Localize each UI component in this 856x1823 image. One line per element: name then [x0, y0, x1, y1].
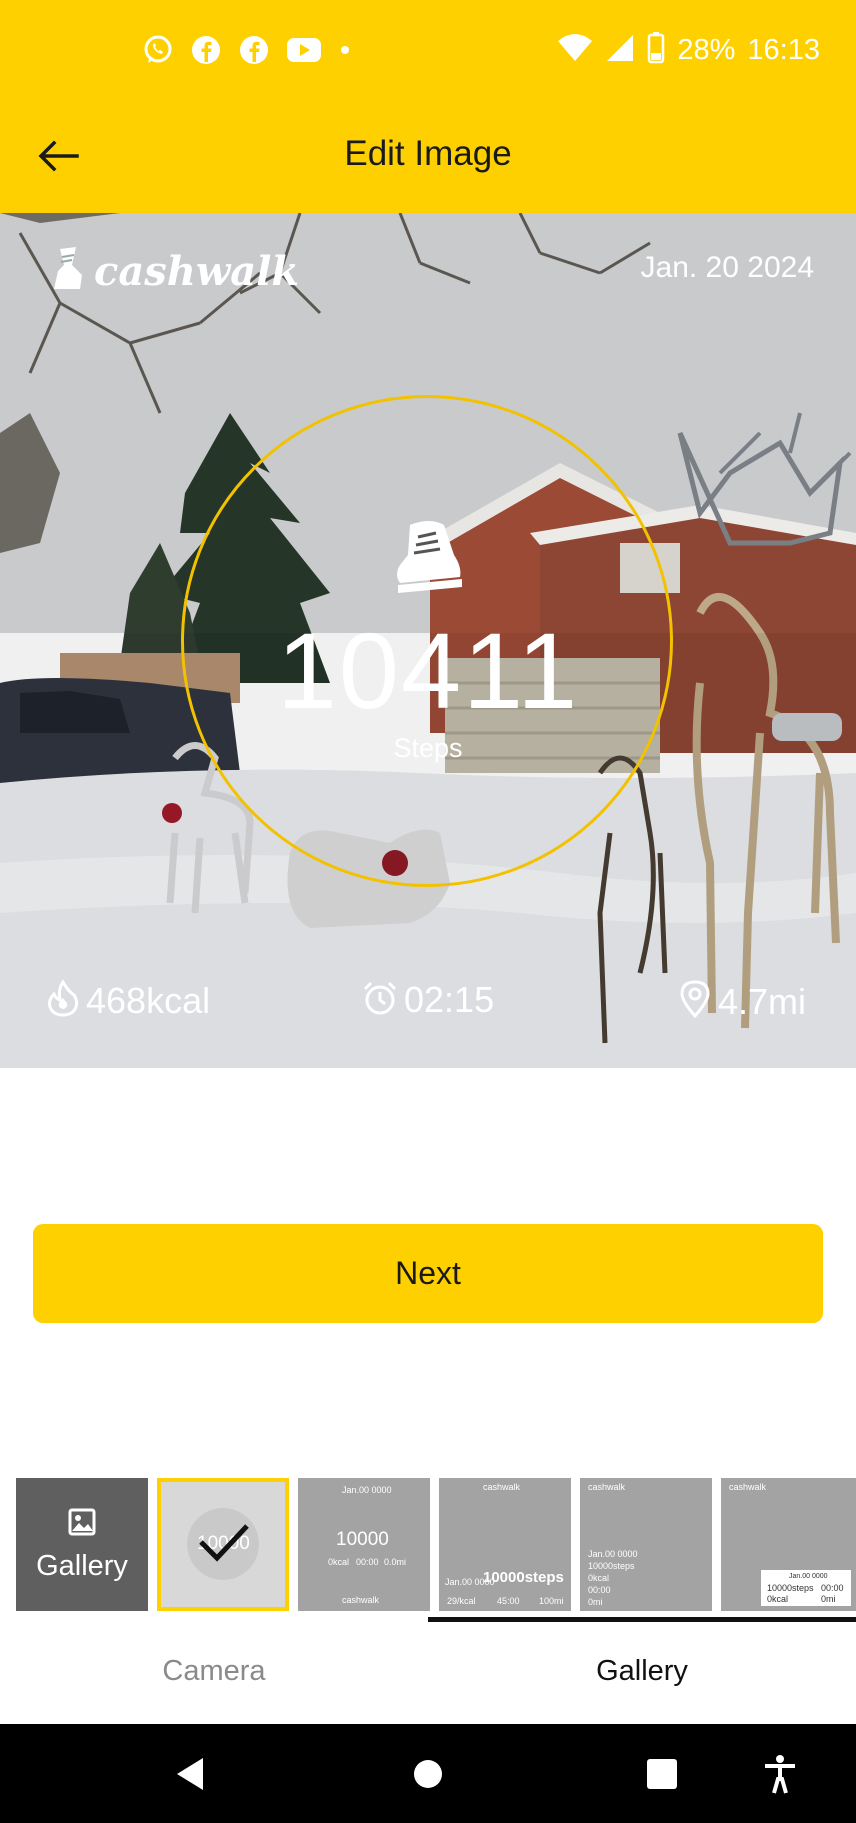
next-button[interactable]: Next — [33, 1224, 823, 1323]
template-stat: 45:00 — [497, 1596, 520, 1606]
brand-name: cashwalk — [94, 248, 300, 295]
gallery-picker-label: Gallery — [36, 1549, 128, 1582]
template-line: 00:00 — [588, 1585, 611, 1595]
template-line: Jan.00 0000 — [588, 1549, 638, 1559]
template-stat: 00:00 — [356, 1557, 379, 1567]
status-right: 28% 16:13 — [557, 28, 820, 72]
notification-icons — [142, 30, 352, 70]
template-strip: Gallery 10000 Jan.00 0000 10000 0kcal 00… — [16, 1478, 856, 1611]
template-thumb-3[interactable]: cashwalk Jan.00 0000 10000steps 29/kcal … — [439, 1478, 571, 1611]
template-value: 10000 — [336, 1529, 389, 1550]
template-stat: 0.0mi — [384, 1557, 407, 1567]
duration-stat: 02:15 — [362, 979, 494, 1021]
template-line: 10000steps — [767, 1583, 814, 1593]
template-line: 0kcal — [767, 1594, 789, 1604]
template-line: 0mi — [588, 1597, 603, 1607]
checkmark-icon — [197, 1520, 251, 1569]
location-pin-icon — [678, 979, 712, 1024]
template-stat: 0kcal — [328, 1557, 350, 1567]
alarm-clock-icon — [362, 980, 398, 1021]
steps-count: 10411 — [276, 610, 580, 731]
home-circle-icon[interactable] — [406, 1752, 450, 1796]
template-stat: 29/kcal — [447, 1596, 476, 1606]
template-brand: cashwalk — [342, 1595, 380, 1605]
calories-value: 468kcal — [86, 979, 211, 1021]
template-brand: cashwalk — [729, 1482, 767, 1492]
template-line: 0kcal — [588, 1573, 610, 1583]
flame-icon — [46, 979, 80, 1022]
next-button-label: Next — [395, 1255, 461, 1291]
facebook-icon — [190, 34, 222, 66]
template-thumb-2[interactable]: Jan.00 0000 10000 0kcal 00:00 0.0mi cash… — [298, 1478, 430, 1611]
clock: 16:13 — [747, 33, 820, 66]
page-title: Edit Image — [344, 134, 512, 173]
tab-gallery[interactable]: Gallery — [428, 1622, 856, 1721]
status-bar: 28% 16:13 — [0, 0, 856, 100]
template-stats-box: Jan.00 0000 10000steps 00:00 0kcal 0mi — [761, 1570, 851, 1606]
signal-icon — [605, 33, 635, 68]
template-date: Jan.00 0000 — [342, 1485, 392, 1495]
recents-square-icon[interactable] — [640, 1752, 684, 1796]
dot-icon — [338, 43, 352, 57]
accessibility-icon[interactable] — [758, 1752, 802, 1796]
duration-value: 02:15 — [404, 979, 495, 1020]
calories-stat: 468kcal — [46, 979, 210, 1022]
steps-label: Steps — [393, 733, 463, 763]
battery-percent: 28% — [677, 33, 736, 66]
template-brand: cashwalk — [588, 1482, 626, 1492]
distance-stat: 4.7mi — [678, 979, 806, 1024]
photo-preview: cashwalk Jan. 20 2024 10411 Steps 468kca… — [0, 213, 856, 1068]
shoe-logo-icon — [50, 245, 88, 298]
template-line: 10000steps — [588, 1561, 635, 1571]
template-line: 0mi — [821, 1594, 836, 1604]
gallery-picker-button[interactable]: Gallery — [16, 1478, 148, 1611]
battery-icon — [647, 31, 665, 69]
image-icon — [67, 1507, 97, 1542]
distance-value: 4.7mi — [718, 980, 807, 1022]
youtube-icon — [286, 36, 322, 64]
photo-date: Jan. 20 2024 — [640, 251, 814, 284]
whatsapp-icon — [142, 34, 174, 66]
template-thumb-5[interactable]: cashwalk Jan.00 0000 10000steps 00:00 0k… — [721, 1478, 856, 1611]
wifi-icon — [557, 33, 593, 68]
template-stat: 100mi — [539, 1596, 564, 1606]
back-triangle-icon[interactable] — [168, 1752, 212, 1796]
tab-camera[interactable]: Camera — [0, 1622, 428, 1721]
system-nav-bar — [0, 1724, 856, 1823]
sneaker-icon — [390, 515, 466, 602]
template-date: Jan.00 0000 — [789, 1573, 828, 1580]
template-thumb-4[interactable]: cashwalk Jan.00 0000 10000steps 0kcal 00… — [580, 1478, 712, 1611]
template-brand: cashwalk — [483, 1482, 521, 1492]
template-value: 10000steps — [483, 1569, 564, 1586]
template-thumb-1[interactable]: 10000 — [157, 1478, 289, 1611]
template-line: 00:00 — [821, 1583, 844, 1593]
brand-logo: cashwalk — [50, 245, 299, 298]
app-bar: Edit Image — [0, 100, 856, 213]
facebook-icon — [238, 34, 270, 66]
